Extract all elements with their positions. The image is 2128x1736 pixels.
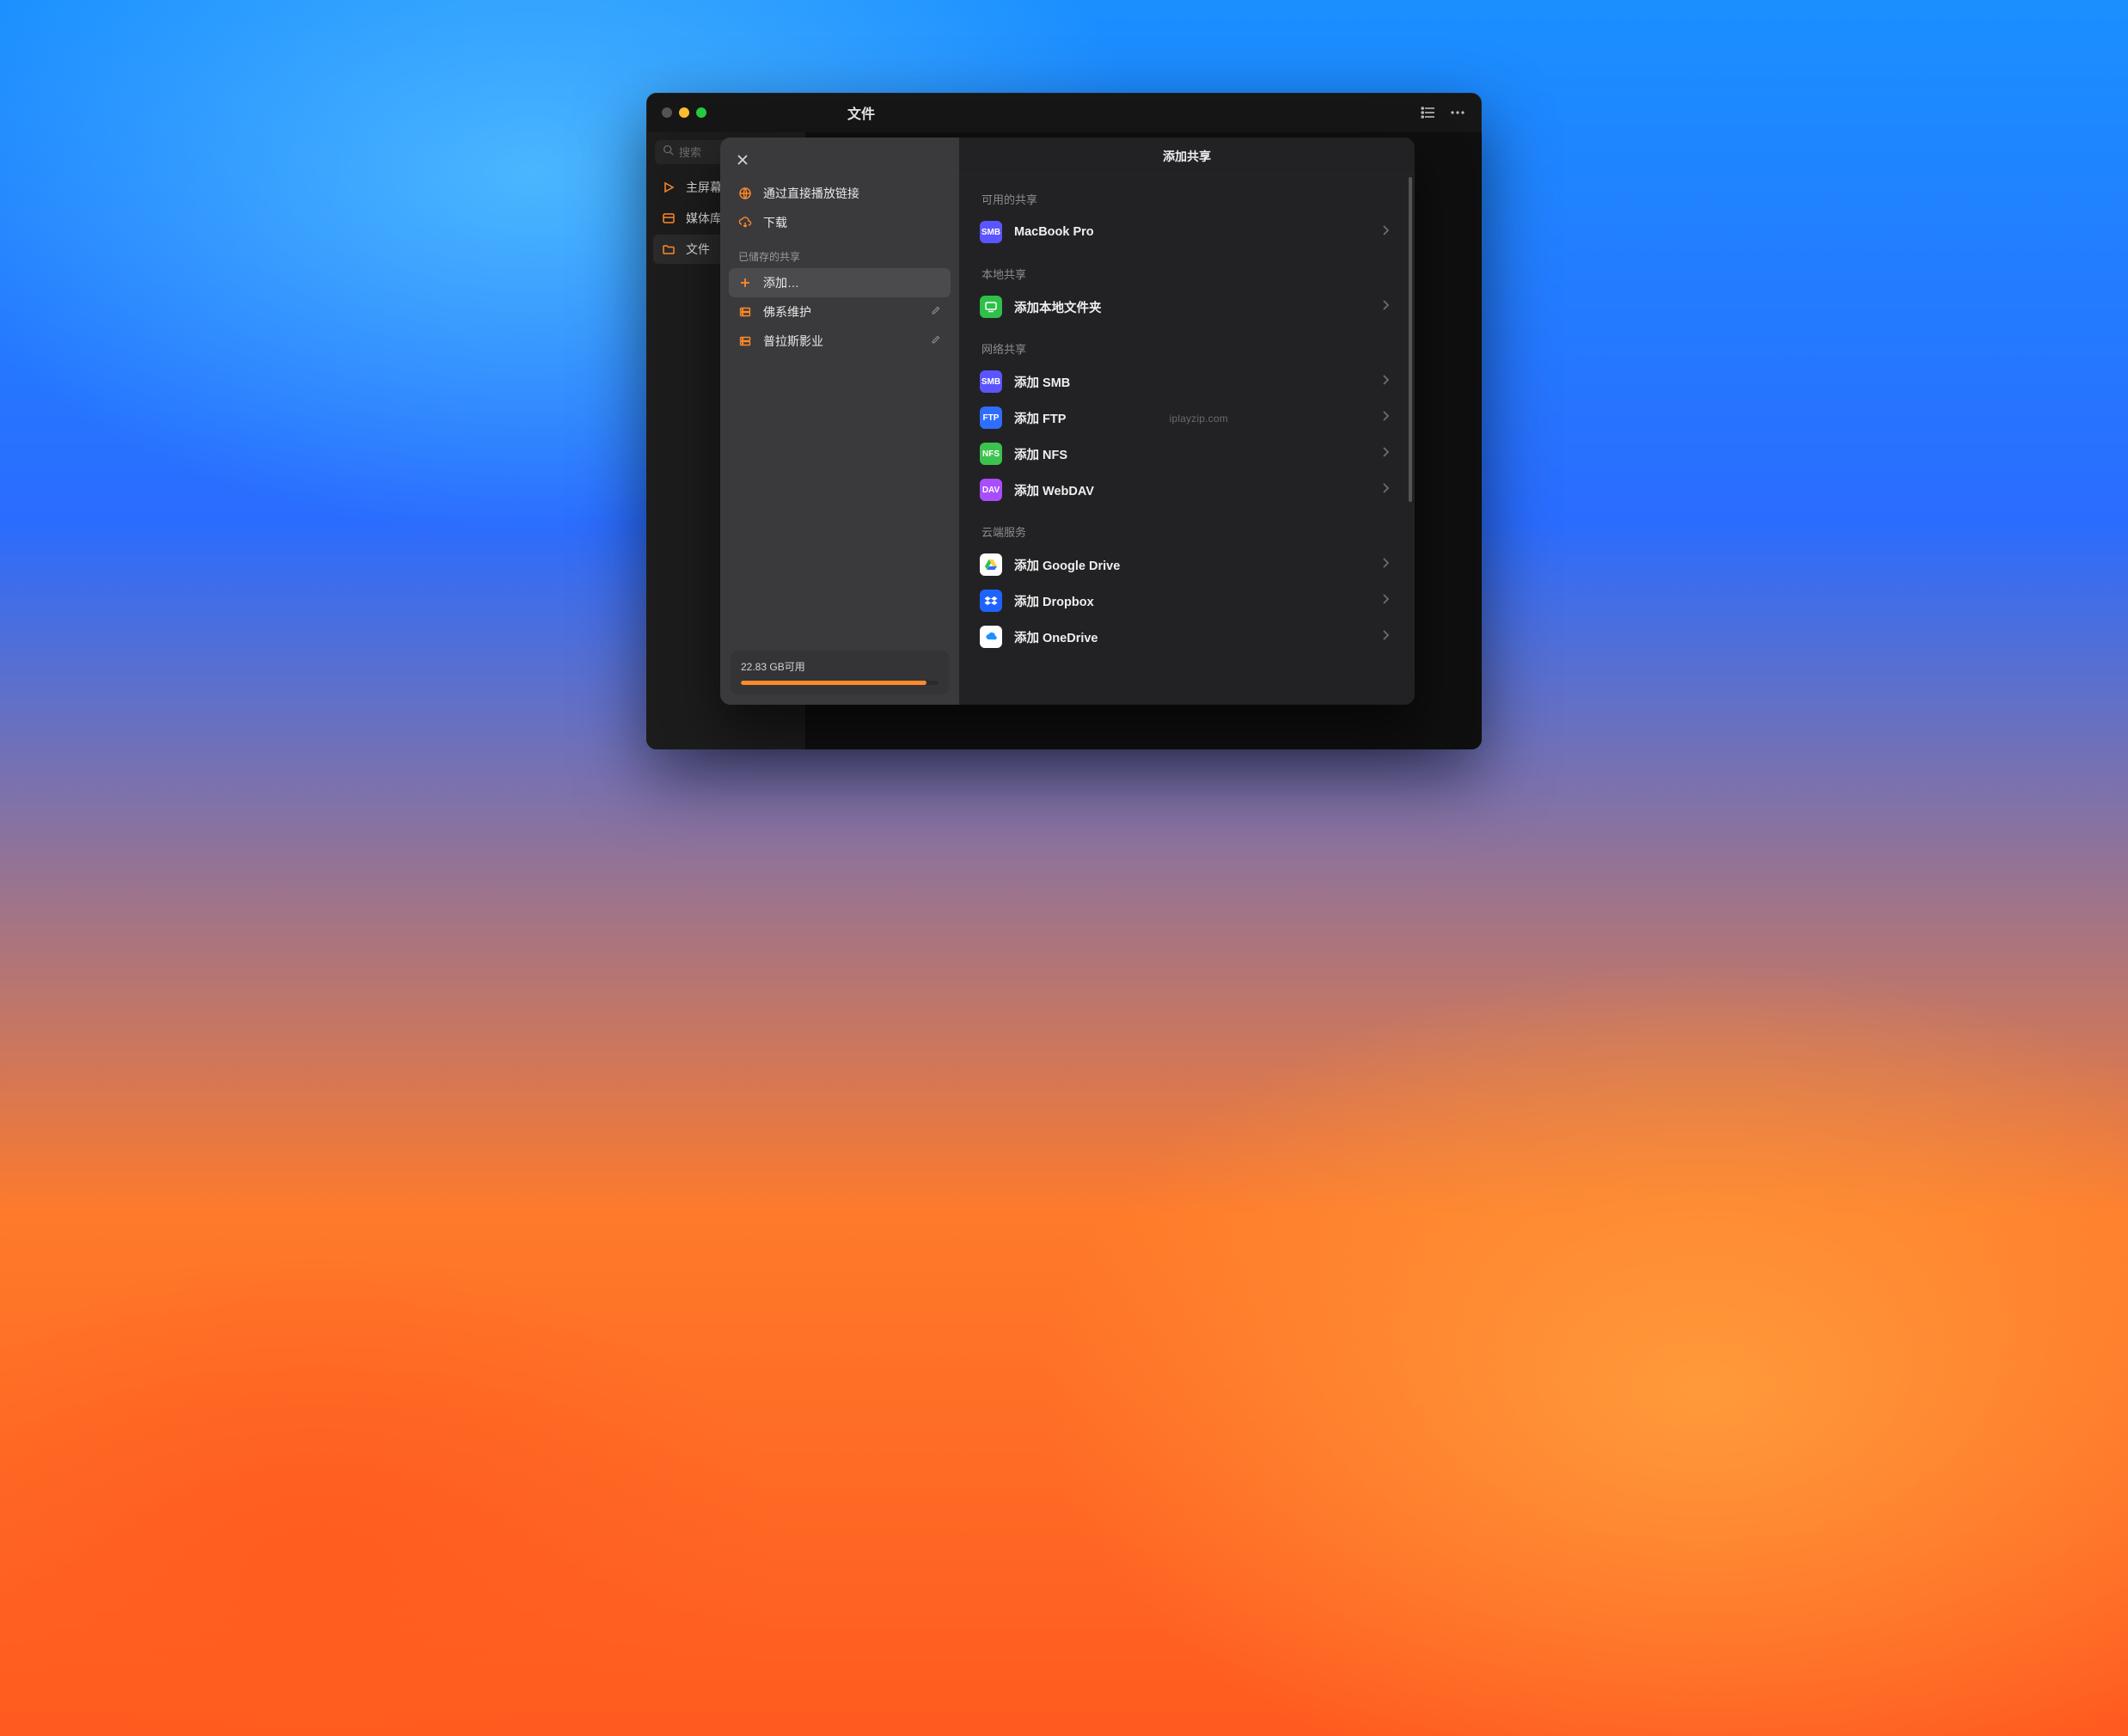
share-row-add-dropbox[interactable]: 添加 Dropbox [978, 583, 1403, 619]
onedrive-icon [980, 626, 1002, 648]
titlebar: 文件 [646, 93, 1482, 132]
group-title: 可用的共享 [981, 191, 1403, 207]
minimize-window[interactable] [679, 107, 689, 118]
sidebar-item-label: 主屏幕 [686, 179, 722, 196]
share-row-macbook-pro[interactable]: SMB MacBook Pro [978, 214, 1403, 250]
sheet-title: 添加共享 [959, 138, 1415, 175]
sidebar-item-label: 文件 [686, 241, 710, 258]
chevron-right-icon [1382, 374, 1389, 389]
globe-icon [738, 186, 754, 200]
smb-icon: SMB [980, 370, 1002, 393]
monitor-icon [980, 296, 1002, 318]
chevron-right-icon [1382, 557, 1389, 572]
webdav-icon: DAV [980, 479, 1002, 501]
group-title: 云端服务 [981, 523, 1403, 540]
more-icon[interactable] [1449, 104, 1466, 121]
row-label: MacBook Pro [1014, 225, 1094, 239]
ftp-icon: FTP [980, 406, 1002, 429]
row-label: 添加 FTP [1014, 409, 1066, 427]
chevron-right-icon [1382, 593, 1389, 608]
close-window[interactable] [662, 107, 672, 118]
zoom-window[interactable] [696, 107, 706, 118]
plus-icon [738, 276, 754, 290]
nav-label: 普拉斯影业 [763, 333, 823, 350]
list-view-icon[interactable] [1420, 104, 1437, 121]
nav-label: 佛系维护 [763, 303, 811, 321]
add-share-sheet: 通过直接播放链接 下载 已储存的共享 添加… [720, 138, 1415, 705]
row-label: 添加 OneDrive [1014, 628, 1098, 646]
nfs-icon: NFS [980, 443, 1002, 465]
row-label: 添加 SMB [1014, 373, 1070, 391]
play-icon [662, 180, 677, 194]
chevron-right-icon [1382, 299, 1389, 315]
nav-label: 下载 [763, 214, 787, 231]
folder-icon [662, 242, 677, 256]
search-icon [663, 144, 674, 160]
server-icon [738, 334, 754, 348]
share-row-add-google-drive[interactable]: 添加 Google Drive [978, 547, 1403, 583]
storage-fill [741, 681, 926, 685]
storage-label: 22.83 GB可用 [741, 659, 939, 674]
storage-card: 22.83 GB可用 [731, 651, 949, 694]
chevron-right-icon [1382, 482, 1389, 498]
nav-label: 通过直接播放链接 [763, 185, 859, 202]
nav-downloads[interactable]: 下载 [729, 208, 951, 237]
storage-bar [741, 681, 939, 685]
server-icon [738, 305, 754, 319]
chevron-right-icon [1382, 224, 1389, 240]
library-icon [662, 211, 677, 225]
nav-label: 添加… [763, 274, 799, 291]
group-title: 本地共享 [981, 266, 1403, 282]
share-row-add-nfs[interactable]: NFS 添加 NFS [978, 436, 1403, 472]
chevron-right-icon [1382, 410, 1389, 425]
row-label: 添加 Google Drive [1014, 556, 1120, 574]
chevron-right-icon [1382, 446, 1389, 462]
share-row-add-local-folder[interactable]: 添加本地文件夹 [978, 289, 1403, 325]
share-row-add-smb[interactable]: SMB 添加 SMB [978, 364, 1403, 400]
edit-icon[interactable] [930, 334, 941, 348]
nav-direct-link[interactable]: 通过直接播放链接 [729, 179, 951, 208]
row-label: 添加 NFS [1014, 445, 1067, 463]
sheet-sidebar: 通过直接播放链接 下载 已储存的共享 添加… [720, 138, 959, 705]
group-title: 网络共享 [981, 340, 1403, 357]
dropbox-icon [980, 590, 1002, 612]
share-row-add-webdav[interactable]: DAV 添加 WebDAV [978, 472, 1403, 508]
app-title: 文件 [847, 102, 875, 123]
saved-shares-label: 已储存的共享 [729, 237, 951, 268]
nav-saved-share-1[interactable]: 佛系维护 [729, 297, 951, 327]
traffic-lights [662, 107, 706, 118]
row-label: 添加本地文件夹 [1014, 298, 1102, 316]
share-row-add-onedrive[interactable]: 添加 OneDrive [978, 619, 1403, 655]
share-groups[interactable]: 可用的共享 SMB MacBook Pro 本地共享 添加本地文件夹 网络共享 [959, 175, 1415, 705]
nav-saved-share-2[interactable]: 普拉斯影业 [729, 327, 951, 356]
share-row-add-ftp[interactable]: FTP 添加 FTP [978, 400, 1403, 436]
smb-icon: SMB [980, 221, 1002, 243]
edit-icon[interactable] [930, 305, 941, 319]
close-button[interactable] [732, 150, 753, 170]
sheet-content: 添加共享 可用的共享 SMB MacBook Pro 本地共享 添加本地文件夹 … [959, 138, 1415, 705]
sidebar-item-label: 媒体库 [686, 210, 722, 227]
nav-add-share[interactable]: 添加… [729, 268, 951, 297]
download-cloud-icon [738, 216, 754, 229]
row-label: 添加 Dropbox [1014, 592, 1094, 610]
row-label: 添加 WebDAV [1014, 481, 1094, 499]
chevron-right-icon [1382, 629, 1389, 645]
google-drive-icon [980, 553, 1002, 576]
